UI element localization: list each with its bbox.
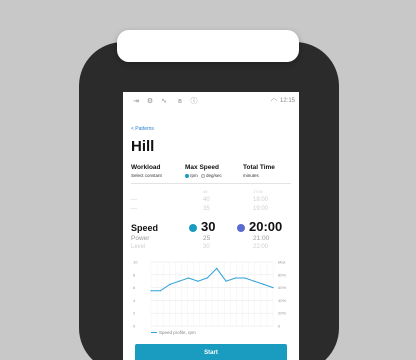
y-right-tick: Max (278, 260, 286, 265)
data-point (187, 277, 190, 279)
heartbeat-icon[interactable]: ∿ (159, 97, 169, 107)
data-point (263, 283, 265, 285)
y-left-tick: 4 (133, 298, 136, 303)
speed-option[interactable]: 35 (203, 206, 210, 212)
speed-selected[interactable]: 30 (201, 219, 215, 234)
speed-option[interactable]: 25 (203, 235, 210, 242)
data-point (169, 283, 171, 285)
rpm-radio[interactable] (185, 173, 189, 178)
import-icon[interactable]: ⇥ (131, 97, 141, 107)
speed-icon (189, 224, 197, 232)
data-point (253, 280, 255, 282)
speed-option[interactable]: 40 (203, 189, 207, 194)
time-selected[interactable]: 20:00 (249, 219, 282, 234)
speed-option[interactable]: 30 (203, 244, 210, 250)
y-left-tick: 10 (133, 260, 138, 265)
speed-profile-chart: 10 Max 8 80% 6 60% 4 40% 2 20% 0 0 (133, 260, 286, 329)
deg-radio[interactable] (201, 173, 206, 178)
max-speed-label: Max Speed (185, 164, 219, 171)
speed-option[interactable]: 40 (203, 197, 210, 203)
device-handle (117, 30, 299, 62)
time-option[interactable]: 18:00 (253, 197, 268, 203)
bluetooth-icon[interactable]: ʙ (175, 97, 185, 107)
info-icon[interactable]: ⓘ (189, 97, 199, 107)
y-right-tick: 0 (278, 324, 281, 329)
start-button[interactable]: Start (135, 344, 287, 360)
mode-selected[interactable]: Speed (131, 223, 158, 233)
back-link[interactable]: < Patterns (131, 126, 154, 132)
y-right-tick: 80% (278, 272, 286, 277)
data-point (216, 267, 218, 269)
chart-legend: Speed profile, rpm (151, 330, 196, 335)
data-point (150, 290, 152, 292)
workload-sub: Select constant (131, 173, 162, 178)
status-time: 12:15 (279, 98, 295, 104)
y-right-tick: 40% (278, 298, 286, 303)
y-left-tick: 2 (133, 311, 136, 316)
y-left-tick: 0 (133, 324, 136, 329)
data-point (225, 280, 227, 282)
data-point (159, 290, 161, 292)
data-point (197, 280, 199, 282)
data-point (234, 277, 237, 279)
y-left-tick: 8 (133, 272, 136, 277)
status-bar: ⇥ ⚙ ∿ ʙ ⓘ ◠ 12:15 (123, 92, 299, 110)
workload-label: Workload (131, 164, 161, 171)
mode-option[interactable]: — (131, 197, 137, 203)
mode-option[interactable]: Power (131, 235, 149, 242)
time-option[interactable]: 17:00 (253, 189, 263, 194)
y-right-tick: 20% (278, 311, 286, 316)
data-point (206, 277, 208, 279)
legend-swatch (151, 332, 157, 334)
max-speed-options: rpm deg/sec (185, 173, 222, 178)
wifi-icon: ◠ (270, 98, 277, 105)
page-title: Hill (131, 138, 155, 155)
deg-option[interactable]: deg/sec (206, 173, 222, 178)
data-point (272, 287, 274, 289)
legend-label: Speed profile, rpm (159, 330, 196, 335)
gear-icon[interactable]: ⚙ (145, 97, 155, 107)
y-right-tick: 60% (278, 285, 286, 290)
data-point (178, 280, 180, 282)
time-option[interactable]: 22:00 (253, 244, 268, 250)
tablet-screen: ⇥ ⚙ ∿ ʙ ⓘ ◠ 12:15 < Patterns Hill Worklo… (123, 92, 299, 360)
time-option[interactable]: 21:00 (253, 235, 269, 242)
mode-option[interactable]: Level (131, 244, 145, 250)
rpm-option[interactable]: rpm (190, 173, 198, 178)
timer-icon (237, 224, 245, 232)
total-time-sub: minutes (243, 173, 259, 178)
total-time-label: Total Time (243, 164, 275, 171)
time-option[interactable]: 19:00 (253, 206, 268, 212)
divider (131, 183, 291, 184)
mode-option[interactable]: — (131, 206, 137, 212)
y-left-tick: 6 (133, 285, 136, 290)
data-point (244, 277, 246, 279)
